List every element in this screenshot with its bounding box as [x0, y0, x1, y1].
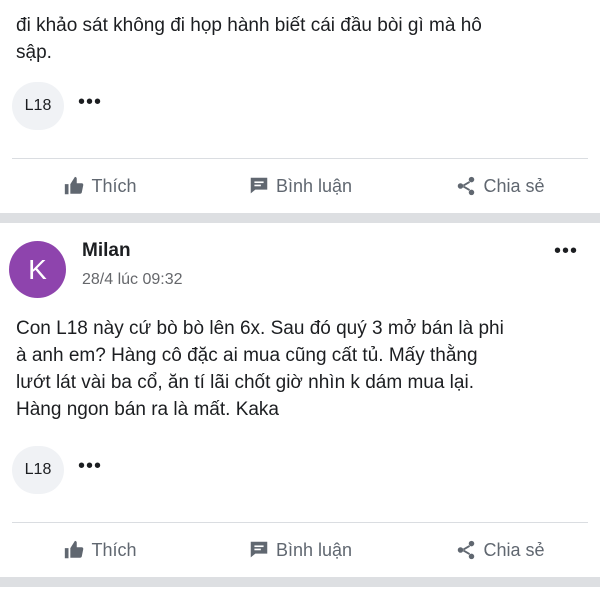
comment-label: Bình luận	[275, 539, 353, 560]
tag-chip-l18[interactable]: L18	[12, 446, 64, 494]
like-button[interactable]: Thích	[0, 539, 200, 561]
tag-chip-l18[interactable]: L18	[12, 82, 64, 130]
comment-button[interactable]: Bình luận	[200, 175, 400, 197]
share-icon	[458, 176, 475, 196]
thumbs-up-icon	[65, 540, 84, 559]
like-button[interactable]: Thích	[0, 175, 200, 197]
comment-label: Bình luận	[275, 175, 353, 196]
post-separator	[0, 577, 600, 587]
post-options-button[interactable]: •••	[554, 240, 578, 263]
post-tag-row: L18 •••	[12, 446, 102, 494]
author-name[interactable]: Milan	[82, 240, 131, 262]
post-actions: Thích Bình luận Chia sẻ	[0, 523, 600, 577]
share-button[interactable]: Chia sẻ	[400, 175, 600, 197]
thumbs-up-icon	[65, 176, 84, 195]
like-label: Thích	[91, 175, 137, 196]
avatar-letter: K	[28, 253, 47, 285]
post-separator	[0, 213, 600, 223]
tag-more-button[interactable]: •••	[78, 92, 102, 120]
share-label: Chia sẻ	[483, 539, 545, 560]
post-timestamp[interactable]: 28/4 lúc 09:32	[82, 271, 183, 289]
like-label: Thích	[91, 539, 137, 560]
tag-more-button[interactable]: •••	[78, 456, 102, 484]
share-icon	[458, 540, 475, 560]
post-tag-row: L18 •••	[12, 82, 102, 130]
avatar[interactable]: K	[9, 241, 66, 298]
share-label: Chia sẻ	[483, 175, 545, 196]
post-actions: Thích Bình luận Chia sẻ	[0, 159, 600, 213]
post-body-text: đi khảo sát không đi họp hành biết cái đ…	[16, 15, 482, 63]
comment-icon	[250, 541, 268, 558]
share-button[interactable]: Chia sẻ	[400, 539, 600, 561]
post-body-text: Con L18 này cứ bò bò lên 6x. Sau đó quý …	[16, 318, 504, 420]
comment-button[interactable]: Bình luận	[200, 539, 400, 561]
comment-icon	[250, 177, 268, 194]
